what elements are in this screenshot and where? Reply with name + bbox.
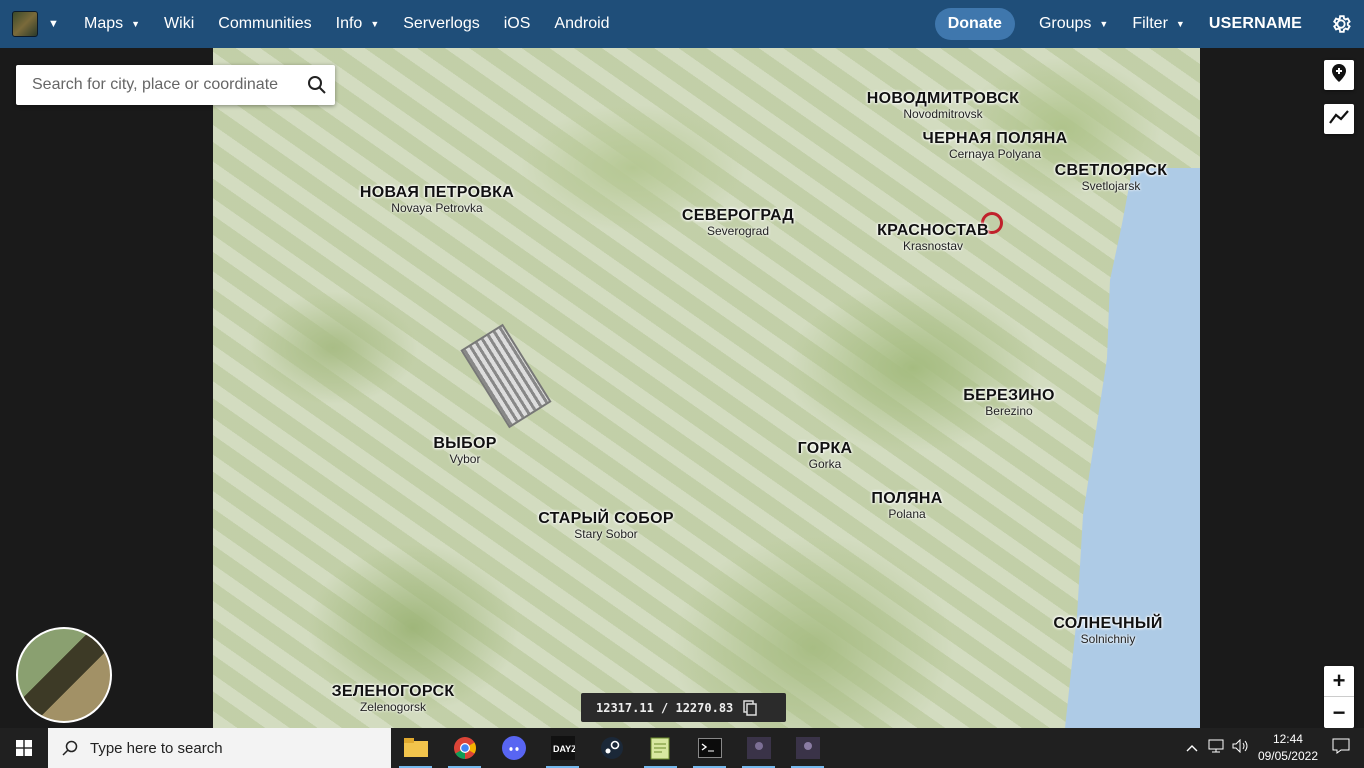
city-label[interactable]: СЕВЕРОГРАД Severograd xyxy=(682,207,794,238)
nav-info[interactable]: Info ▼ xyxy=(336,15,380,33)
search-input[interactable] xyxy=(32,76,299,94)
game-window-icon[interactable] xyxy=(734,728,783,768)
chrome-icon[interactable] xyxy=(440,728,489,768)
chevron-down-icon: ▼ xyxy=(1175,19,1185,29)
nav-wiki[interactable]: Wiki xyxy=(164,15,194,33)
nav-serverlogs[interactable]: Serverlogs xyxy=(403,15,479,33)
search-icon xyxy=(62,740,78,756)
nav-filter[interactable]: Filter ▼ xyxy=(1132,15,1184,33)
layer-switcher-minimap[interactable] xyxy=(16,627,112,723)
city-label[interactable]: СТАРЫЙ СОБОР Stary Sobor xyxy=(538,510,674,541)
city-label[interactable]: ВЫБОР Vybor xyxy=(433,435,496,466)
airfield xyxy=(460,323,552,429)
system-tray: 12:44 09/05/2022 xyxy=(1186,728,1364,768)
city-label[interactable]: ЧЕРНАЯ ПОЛЯНА Cernaya Polyana xyxy=(923,130,1068,161)
city-label[interactable]: ЗЕЛЕНОГОРСК Zelenogorsk xyxy=(332,683,455,714)
city-label[interactable]: ГОРКА Gorka xyxy=(798,440,853,471)
discord-icon[interactable] xyxy=(489,728,538,768)
top-navbar: ▼ Maps ▼ Wiki Communities Info ▼ Serverlog… xyxy=(0,0,1364,48)
city-label[interactable]: НОВОДМИТРОВСК Novodmitrovsk xyxy=(867,90,1019,121)
site-logo[interactable] xyxy=(12,11,38,37)
file-explorer-icon[interactable] xyxy=(391,728,440,768)
coordinate-readout: 12317.11 / 12270.83 xyxy=(581,693,786,722)
username-link[interactable]: USERNAME xyxy=(1209,15,1302,33)
taskbar-search-box[interactable]: Type here to search xyxy=(48,728,391,768)
city-label[interactable]: ПОЛЯНА Polana xyxy=(871,490,942,521)
map-pin-plus-icon xyxy=(1330,63,1348,88)
zoom-in-button[interactable]: + xyxy=(1324,666,1354,697)
windows-taskbar: Type here to search DAYZ 12:44 09/05/202… xyxy=(0,728,1364,768)
coordinate-text: 12317.11 / 12270.83 xyxy=(596,700,734,715)
taskbar-clock[interactable]: 12:44 09/05/2022 xyxy=(1258,731,1318,765)
city-label[interactable]: СОЛНЕЧНЫЙ Solnichniy xyxy=(1053,615,1162,646)
chevron-down-icon: ▼ xyxy=(1099,19,1109,29)
search-icon[interactable] xyxy=(299,75,335,95)
dayz-icon[interactable]: DAYZ xyxy=(538,728,587,768)
windows-start-icon[interactable] xyxy=(0,728,48,768)
nav-communities[interactable]: Communities xyxy=(218,15,311,33)
nav-groups[interactable]: Groups ▼ xyxy=(1039,15,1108,33)
city-label[interactable]: НОВАЯ ПЕТРОВКА Novaya Petrovka xyxy=(360,184,514,215)
zoom-out-button[interactable]: − xyxy=(1324,697,1354,728)
clock-date: 09/05/2022 xyxy=(1257,749,1318,763)
zoom-control: + − xyxy=(1324,666,1354,728)
polyline-icon xyxy=(1329,109,1349,130)
city-label[interactable]: СВЕТЛОЯРСК Svetlojarsk xyxy=(1055,162,1168,193)
svg-text:DAYZ: DAYZ xyxy=(553,744,575,754)
gear-icon[interactable] xyxy=(1330,13,1352,35)
nav-maps[interactable]: Maps ▼ xyxy=(84,15,140,33)
chevron-down-icon: ▼ xyxy=(131,19,141,29)
nav-ios[interactable]: iOS xyxy=(504,15,531,33)
map-canvas[interactable]: НОВОДМИТРОВСК Novodmitrovsk ЧЕРНАЯ ПОЛЯНА… xyxy=(213,48,1200,728)
chevron-down-icon[interactable]: ▼ xyxy=(48,18,59,30)
map-search-box xyxy=(16,65,335,105)
nav-android[interactable]: Android xyxy=(554,15,609,33)
add-marker-button[interactable] xyxy=(1324,60,1354,90)
city-label[interactable]: БЕРЕЗИНО Berezino xyxy=(963,387,1054,418)
copy-icon[interactable] xyxy=(743,699,758,716)
steam-icon[interactable] xyxy=(587,728,636,768)
clock-time: 12:44 xyxy=(1272,732,1303,746)
notepad-icon[interactable] xyxy=(636,728,685,768)
volume-icon[interactable] xyxy=(1232,738,1250,758)
city-label[interactable]: КРАСНОСТАВ Krasnostav xyxy=(877,222,989,253)
game-window-icon[interactable] xyxy=(783,728,832,768)
donate-button[interactable]: Donate xyxy=(934,8,1015,40)
taskbar-search-placeholder: Type here to search xyxy=(90,739,223,757)
notification-icon[interactable] xyxy=(1332,738,1350,759)
measure-route-button[interactable] xyxy=(1324,104,1354,134)
network-icon[interactable] xyxy=(1208,739,1224,758)
terminal-icon[interactable] xyxy=(685,728,734,768)
chevron-down-icon: ▼ xyxy=(370,19,380,29)
chevron-up-icon[interactable] xyxy=(1186,739,1198,757)
